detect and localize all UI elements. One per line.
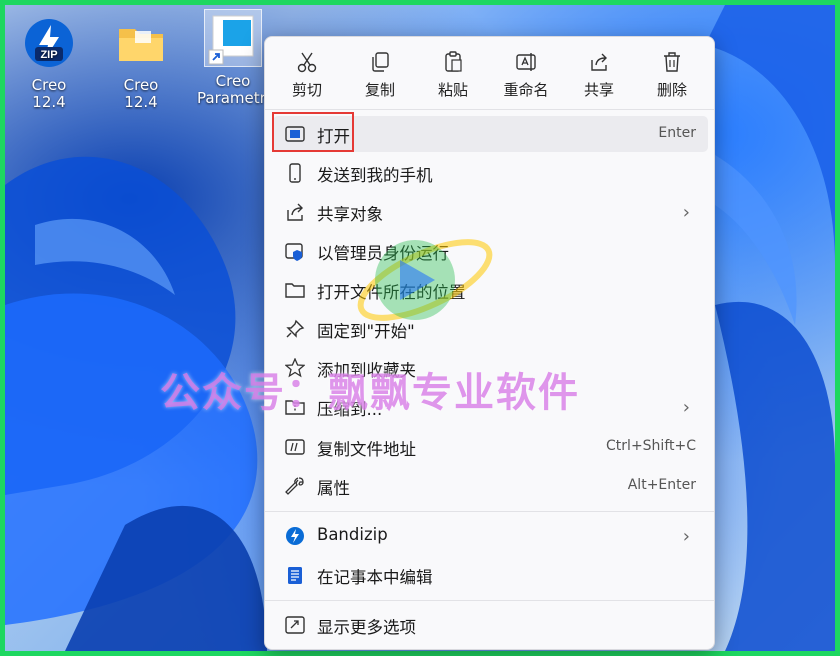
menu-item-edit-in-notepad[interactable]: 在记事本中编辑 xyxy=(273,557,708,593)
desktop-icon-label: Creo Parametr... xyxy=(197,73,269,107)
menu-item-properties[interactable]: 属性 Alt+Enter xyxy=(273,468,708,504)
menu-item-label: 属性 xyxy=(317,479,350,498)
shortcut-app-icon xyxy=(204,9,262,67)
trash-icon xyxy=(664,52,680,72)
pin-icon xyxy=(286,319,305,338)
menu-divider xyxy=(265,511,714,512)
share-icon xyxy=(287,203,303,221)
menu-item-copy-path[interactable]: 复制文件地址 Ctrl+Shift+C xyxy=(273,429,708,465)
share-icon xyxy=(591,53,607,71)
context-menu-toolbar: 剪切 复制 粘贴 重命名 共享 删除 xyxy=(265,37,714,107)
scissors-icon xyxy=(297,52,317,73)
open-item-highlight-box xyxy=(272,112,354,152)
menu-divider xyxy=(265,600,714,601)
menu-item-shortcut: Ctrl+Shift+C xyxy=(606,438,696,454)
delete-button[interactable]: 删除 xyxy=(642,45,702,103)
cut-button[interactable]: 剪切 xyxy=(277,45,337,103)
paste-icon xyxy=(445,51,462,72)
chevron-right-icon: › xyxy=(682,202,690,223)
watermark-text: 公众号：飘飘专业软件 xyxy=(160,370,580,416)
rename-icon xyxy=(516,53,536,71)
copy-icon xyxy=(372,52,389,72)
menu-item-label: 显示更多选项 xyxy=(317,618,416,637)
copy-button[interactable]: 复制 xyxy=(350,45,410,103)
notepad-icon xyxy=(288,567,302,584)
rename-label: 重命名 xyxy=(503,81,549,99)
copy-path-icon xyxy=(285,439,305,455)
paste-label: 粘贴 xyxy=(437,81,468,99)
chevron-right-icon: › xyxy=(682,526,690,547)
menu-item-label: 发送到我的手机 xyxy=(317,166,433,185)
menu-item-label: 复制文件地址 xyxy=(317,440,416,459)
desktop-icon-zip[interactable]: ZIP Creo 12.4 xyxy=(13,15,85,111)
copy-label: 复制 xyxy=(364,81,395,99)
menu-item-label: Bandizip xyxy=(317,525,388,544)
svg-text:ZIP: ZIP xyxy=(40,49,57,61)
expand-icon xyxy=(285,616,305,634)
chevron-right-icon: › xyxy=(682,397,690,418)
share-button[interactable]: 共享 xyxy=(569,45,629,103)
desktop-icon-folder[interactable]: Creo 12.4 xyxy=(105,15,177,111)
share-label: 共享 xyxy=(583,81,614,99)
desktop-icon-label: Creo 12.4 xyxy=(31,76,67,111)
delete-label: 删除 xyxy=(656,81,687,99)
menu-item-shortcut: Enter xyxy=(658,125,696,141)
menu-item-label: 在记事本中编辑 xyxy=(317,568,433,587)
desktop-icon-label: Creo 12.4 xyxy=(123,76,159,111)
bandizip-icon xyxy=(286,527,304,545)
watermark-logo-icon xyxy=(357,239,493,321)
menu-item-show-more-options[interactable]: 显示更多选项 xyxy=(273,607,708,643)
menu-item-shortcut: Alt+Enter xyxy=(627,477,696,493)
desktop-icon-creo-shortcut[interactable]: Creo Parametr... xyxy=(197,9,269,107)
folder-icon xyxy=(113,15,169,71)
wrench-icon xyxy=(285,477,304,495)
menu-divider xyxy=(265,109,714,110)
paste-button[interactable]: 粘贴 xyxy=(423,45,483,103)
cut-label: 剪切 xyxy=(291,81,322,99)
phone-icon xyxy=(289,163,301,183)
menu-item-send-to-phone[interactable]: 发送到我的手机 xyxy=(273,155,708,191)
menu-item-bandizip[interactable]: Bandizip › xyxy=(273,518,708,554)
folder-icon xyxy=(285,283,305,298)
admin-shield-icon xyxy=(285,243,303,261)
rename-button[interactable]: 重命名 xyxy=(496,45,556,103)
zip-archive-icon: ZIP xyxy=(21,15,77,71)
